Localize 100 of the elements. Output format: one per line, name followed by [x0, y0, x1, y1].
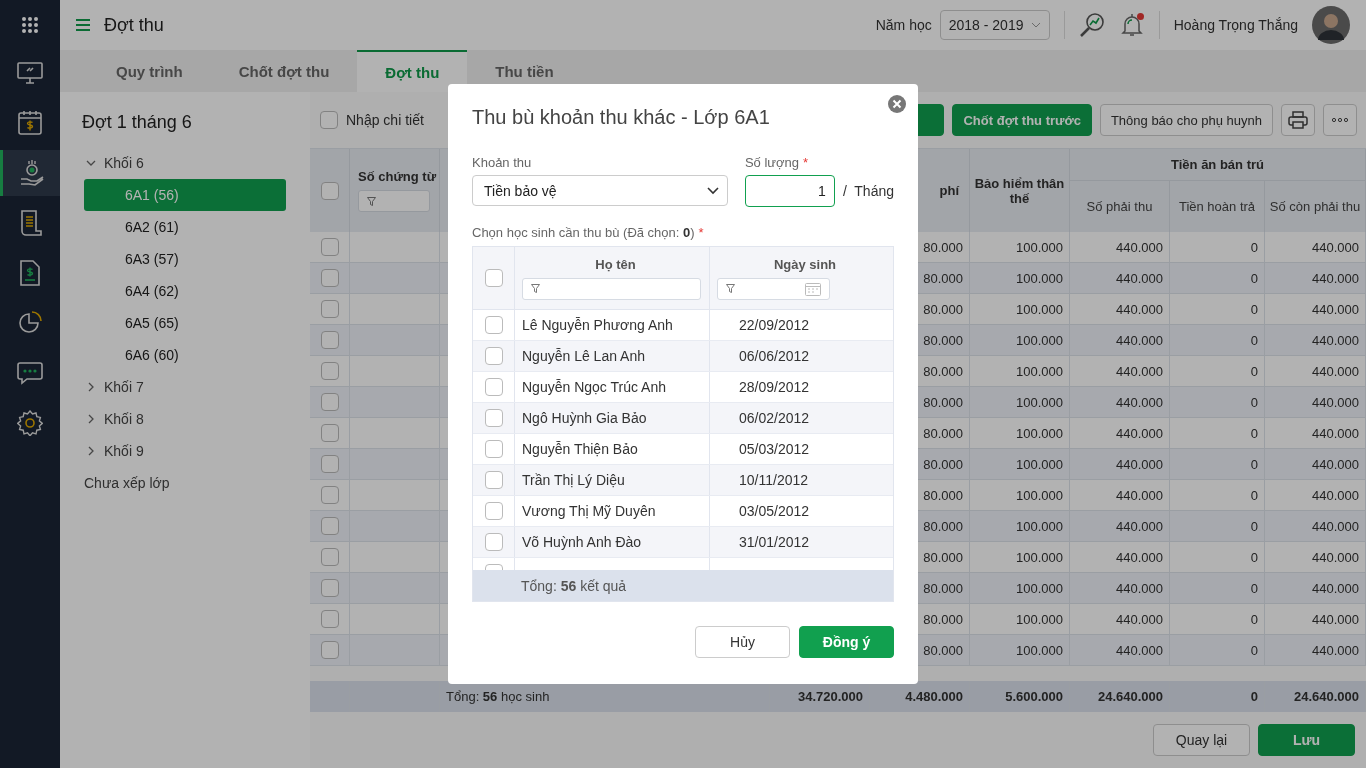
table-cell: 0 — [1250, 456, 1258, 472]
checkbox[interactable] — [484, 440, 503, 458]
table-cell: 440.000 — [1116, 611, 1163, 627]
column-header: Số còn phải thu — [1269, 199, 1361, 214]
page-title: Đợt thu — [104, 14, 164, 36]
checkbox[interactable] — [320, 269, 339, 287]
quantity-field[interactable]: 1 — [744, 175, 835, 207]
student-name: Võ Huỳnh Anh Đào — [522, 534, 642, 550]
filter-field[interactable] — [358, 190, 430, 212]
print-button[interactable] — [1281, 104, 1315, 136]
dialog-button[interactable]: Hủy — [695, 626, 790, 658]
checkbox[interactable] — [320, 548, 339, 566]
total-label: Tổng: 56 học sinh — [446, 689, 550, 704]
grade-item[interactable]: Khối 8 — [84, 403, 286, 435]
table-cell: 440.000 — [1116, 301, 1163, 317]
field-label: Số lượng — [744, 155, 799, 170]
table-cell: 440.000 — [1116, 518, 1163, 534]
table-cell: 100.000 — [1016, 518, 1063, 534]
checkbox[interactable] — [320, 517, 339, 535]
checkbox[interactable] — [484, 269, 503, 287]
class-item[interactable]: 6A5 (65) — [84, 307, 286, 339]
checkbox[interactable] — [320, 610, 339, 628]
table-cell: 0 — [1250, 394, 1258, 410]
column-header: Số chứng từ — [358, 169, 437, 184]
more-button[interactable] — [1323, 104, 1357, 136]
footer-button[interactable]: Quay lại — [1153, 724, 1250, 756]
dialog-title: Thu bù khoản thu khác - Lớp 6A1 — [472, 106, 771, 129]
table-cell: 100.000 — [1016, 239, 1063, 255]
table-cell: 440.000 — [1116, 425, 1163, 441]
birth-date: 06/06/2012 — [739, 348, 810, 364]
table-cell: 0 — [1250, 332, 1258, 348]
chevron-down-icon — [706, 186, 719, 195]
checkbox[interactable] — [320, 455, 339, 473]
table-cell: 0 — [1250, 363, 1258, 379]
fee-select[interactable]: Tiền bảo vệ — [472, 175, 728, 206]
scroll-icon — [18, 209, 42, 237]
class-item[interactable]: 6A3 (57) — [84, 243, 286, 275]
field-label: Chọn học sinh cần thu bù (Đã chọn: 0) — [472, 225, 695, 240]
checkbox[interactable] — [484, 316, 503, 334]
grade-item[interactable]: Chưa xếp lớp — [84, 467, 286, 499]
table-cell: 80.000 — [923, 580, 963, 596]
bell-icon[interactable] — [1118, 12, 1145, 38]
checkbox[interactable] — [484, 347, 503, 365]
checkbox[interactable] — [320, 362, 339, 380]
checkbox[interactable] — [484, 502, 503, 520]
class-item[interactable]: 6A6 (60) — [84, 339, 286, 371]
checkbox[interactable] — [320, 238, 339, 256]
table-cell: 440.000 — [1312, 518, 1359, 534]
checkbox[interactable] — [320, 331, 339, 349]
class-item[interactable]: 6A2 (61) — [84, 211, 286, 243]
toolbar-button[interactable]: Thông báo cho phụ huynh — [1099, 104, 1273, 136]
table-cell: 80.000 — [923, 642, 963, 658]
checkbox[interactable] — [484, 409, 503, 427]
column-group-header: Tiền ăn bán trú — [1171, 157, 1264, 172]
dialog-button[interactable]: Đồng ý — [799, 626, 894, 658]
column-header: Tiền hoàn trả — [1178, 199, 1256, 214]
apps-grid-icon[interactable] — [21, 16, 39, 34]
checkbox[interactable] — [320, 486, 339, 504]
table-cell: 100.000 — [1016, 642, 1063, 658]
grade-item[interactable]: Khối 7 — [84, 371, 286, 403]
checkbox[interactable] — [320, 181, 339, 200]
filter-field[interactable] — [522, 277, 701, 300]
column-header: Bảo hiểm thân thế — [973, 175, 1066, 206]
table-cell: 440.000 — [1116, 332, 1163, 348]
checkbox[interactable] — [320, 393, 339, 411]
checkbox[interactable] — [484, 471, 503, 489]
nav-item[interactable] — [0, 150, 60, 196]
date-filter-field[interactable] — [717, 277, 830, 300]
table-cell: 440.000 — [1116, 456, 1163, 472]
checkbox[interactable] — [320, 111, 338, 129]
checkbox[interactable] — [320, 579, 339, 597]
checkbox-label: Nhập chi tiết — [346, 112, 424, 128]
calendar-icon[interactable] — [805, 281, 821, 296]
class-item[interactable]: 6A4 (62) — [84, 275, 286, 307]
tab[interactable]: Quy trình — [88, 50, 211, 92]
close-icon[interactable] — [888, 95, 906, 113]
grade-item[interactable]: Khối 9 — [84, 435, 286, 467]
checkbox[interactable] — [320, 300, 339, 318]
monitor-icon — [17, 61, 43, 85]
avatar-icon[interactable] — [1312, 6, 1350, 44]
birth-date: 03/05/2012 — [739, 503, 810, 519]
tab[interactable]: Chốt đợt thu — [210, 50, 358, 92]
unit-label: / Tháng — [842, 183, 894, 199]
result-count: Tổng: 56 kết quả — [521, 577, 627, 594]
checkbox[interactable] — [484, 378, 503, 396]
student-name: Trần Thị Lý Diệu — [522, 472, 625, 488]
table-cell: 80.000 — [923, 301, 963, 317]
school-year-select[interactable]: 2018 - 2019 — [939, 10, 1050, 40]
magnifier-chart-icon[interactable] — [1078, 12, 1105, 38]
student-name: Lê Nguyễn Phương Anh — [522, 317, 673, 333]
total-cell: 24.640.000 — [1097, 689, 1163, 704]
student-name: Vương Thị Mỹ Duyên — [522, 503, 656, 519]
checkbox[interactable] — [320, 641, 339, 659]
table-cell: 440.000 — [1312, 549, 1359, 565]
user-name[interactable]: Hoàng Trọng Thắng — [1173, 17, 1298, 33]
checkbox[interactable] — [320, 424, 339, 442]
menu-icon[interactable] — [76, 19, 90, 31]
table-cell: 100.000 — [1016, 332, 1063, 348]
grade-item[interactable]: Khối 6 — [84, 147, 286, 179]
checkbox[interactable] — [484, 533, 503, 551]
